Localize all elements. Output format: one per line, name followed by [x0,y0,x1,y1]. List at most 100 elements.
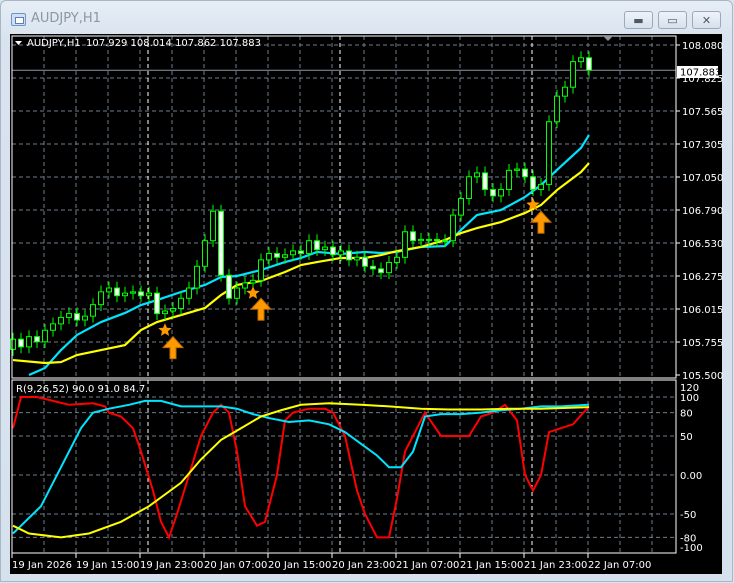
candle-body-bull [394,256,400,263]
time-tick-label: 20 Jan 23:00 [332,560,395,571]
time-tick-label: 21 Jan 15:00 [460,560,523,571]
candle-body-bull [170,307,176,312]
candle-body-bull [82,315,88,321]
candle-body-bull [570,61,576,88]
candle-body-bear [530,176,536,191]
candle-body-bear [434,238,440,242]
candle-body-bull [266,252,272,261]
candle-body-bull [514,168,520,171]
price-tick-label: 106.275 [682,272,723,283]
candle-body-bull [402,231,408,258]
candle-body-bear [138,291,144,297]
candle-body-bull [386,261,392,274]
time-tick-label: 19 Jan 23:00 [140,560,203,571]
candle-body-bear [314,240,320,251]
indicator-tick-label: 50 [680,432,693,443]
candle-body-bull [506,169,512,191]
symbol-label: AUDJPY,H1 [27,38,81,49]
price-tick-label: 105.500 [682,371,723,382]
candle-body-bear [370,265,376,270]
candle-body-bull [474,172,480,178]
time-tick-label: 20 Jan 07:00 [204,560,267,571]
candle-body-bull [42,329,48,343]
candle-body-bull [458,197,464,216]
candle-body-bull [426,238,432,241]
candle-body-bear [74,313,80,321]
time-tick-label: 19 Jan 15:00 [76,560,139,571]
candle-body-bull [290,250,296,256]
candle-body-bull [50,323,56,331]
candle-body-bull [234,287,240,299]
candle-body-bull [122,292,128,297]
candle-body-bull [450,214,456,242]
candle-body-bear [490,189,496,197]
last-price-label: 107.883 [680,68,721,79]
candle-body-bull [146,292,152,297]
candle-body-bear [410,231,416,242]
candle-body-bull [250,279,256,284]
candle-body-bull [258,259,264,281]
candle-body-bear [34,336,40,343]
candle-body-bull [162,310,168,315]
candle-body-bull [194,265,200,289]
candle-body-bear [330,246,336,256]
time-tick-label: 19 Jan 2026 [12,560,72,571]
time-tick-label: 21 Jan 23:00 [524,560,587,571]
candle-body-bear [114,287,120,297]
price-tick-label: 107.050 [682,173,723,184]
candle-body-bull [306,240,312,254]
candle-body-bull [210,210,216,242]
indicator-tick-label: 0.00 [680,471,702,482]
candle-body-bull [242,282,248,289]
candle-body-bear [482,172,488,191]
candle-body-bull [466,176,472,199]
candle-body-bear [522,168,528,178]
chart-background [10,34,722,574]
candle-body-bear [378,268,384,274]
indicator-tick-label: -100 [680,543,703,554]
candle-body-bear [298,250,304,254]
price-tick-label: 108.080 [682,41,723,52]
candle-body-bull [498,189,504,197]
candle-body-bull [442,240,448,243]
candle-body-bull [418,238,424,242]
indicator-tick-label: -50 [680,510,696,521]
indicator-tick-label: 100 [680,393,699,404]
candle-body-bear [18,338,24,348]
candle-body-bull [178,297,184,309]
candle-body-bull [202,240,208,267]
candle-body-bull [578,57,584,63]
price-chart[interactable]: AUDJPY,H1 107.929 108.014 107.862 107.88… [0,0,734,583]
candle-body-bear [274,252,280,258]
indicator-tick-label: 80 [680,409,693,420]
candle-body-bull [10,338,16,350]
price-tick-label: 107.565 [682,107,723,118]
time-tick-label: 22 Jan 07:00 [588,560,651,571]
candle-body-bull [26,336,32,348]
candle-body-bear [346,250,352,261]
candle-body-bull [354,256,360,261]
candle-body-bull [282,254,288,258]
candle-body-bull [554,95,560,123]
candle-body-bull [546,121,552,185]
candle-body-bull [186,287,192,299]
candle [218,204,224,282]
time-tick-label: 21 Jan 07:00 [396,560,459,571]
candle-body-bull [130,291,136,294]
candle-body-bull [98,291,104,306]
candle-body-bear [154,292,160,315]
candle [546,115,552,191]
indicator-label: R(9,26,52) 90.0 91.0 84.7 [16,384,145,395]
candle-body-bear [218,210,224,276]
candle [210,204,216,248]
price-tick-label: 105.755 [682,338,723,349]
candle-body-bull [90,304,96,317]
candle-body-bull [106,287,112,293]
price-tick-label: 107.305 [682,140,723,151]
time-tick-label: 20 Jan 15:00 [268,560,331,571]
price-tick-label: 106.015 [682,305,723,316]
ohlc-readout: 107.929 108.014 107.862 107.883 [86,38,261,49]
candle-body-bull [562,86,568,97]
candle-body-bear [362,256,368,267]
candle-body-bull [66,313,72,318]
